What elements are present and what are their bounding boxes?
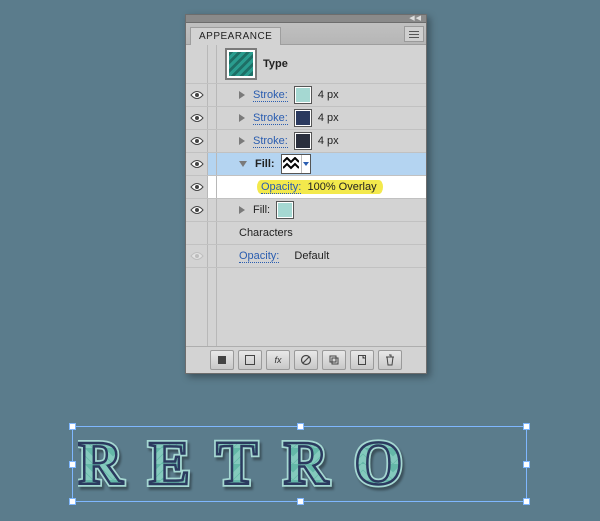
visibility-icon[interactable] xyxy=(186,199,208,221)
fill-opacity-row[interactable]: Opacity: 100% Overlay xyxy=(186,176,426,199)
handle-bottom-left[interactable] xyxy=(69,498,76,505)
disclosure-icon[interactable] xyxy=(239,137,245,145)
visibility-icon[interactable] xyxy=(186,153,208,175)
handle-middle-right[interactable] xyxy=(523,461,530,468)
panel-menu-button[interactable] xyxy=(404,26,424,42)
characters-row[interactable]: Characters xyxy=(186,222,426,245)
disclosure-icon[interactable] xyxy=(239,114,245,122)
stroke-weight-1: 4 px xyxy=(318,89,339,101)
stroke-label[interactable]: Stroke: xyxy=(253,89,288,102)
new-item-button[interactable] xyxy=(350,350,374,370)
visibility-icon[interactable] xyxy=(186,176,208,198)
stroke-row-2[interactable]: Stroke: 4 px xyxy=(186,107,426,130)
fill-row-2[interactable]: Fill: xyxy=(186,199,426,222)
opacity-row[interactable]: Opacity: Default xyxy=(186,245,426,268)
add-new-fill-button[interactable] xyxy=(210,350,234,370)
clear-appearance-button[interactable] xyxy=(294,350,318,370)
collapse-icon[interactable]: ◀◀ xyxy=(409,16,422,22)
opacity-label[interactable]: Opacity: xyxy=(261,181,301,194)
panel-tab-bar: APPEARANCE xyxy=(186,23,426,45)
visibility-icon[interactable] xyxy=(186,84,208,106)
opacity-label-bottom[interactable]: Opacity: xyxy=(239,250,279,263)
stroke-label[interactable]: Stroke: xyxy=(253,135,288,148)
fill-row-1[interactable]: Fill: xyxy=(186,153,426,176)
visibility-icon[interactable] xyxy=(186,245,208,267)
swatch-stroke-2[interactable] xyxy=(294,109,312,127)
disclosure-down-icon[interactable] xyxy=(239,161,247,167)
selection-kind-label: Type xyxy=(263,58,288,70)
selection-thumbnail[interactable] xyxy=(225,48,257,80)
characters-label: Characters xyxy=(239,227,293,239)
opacity-highlight: Opacity: 100% Overlay xyxy=(257,180,383,194)
disclosure-icon[interactable] xyxy=(239,91,245,99)
stroke-label[interactable]: Stroke: xyxy=(253,112,288,125)
opacity-value-bottom: Default xyxy=(294,250,329,262)
selection-row: Type xyxy=(186,45,426,84)
swatch-fill-2[interactable] xyxy=(276,201,294,219)
visibility-icon[interactable] xyxy=(186,107,208,129)
empty-area-row xyxy=(186,268,426,346)
stroke-row-1[interactable]: Stroke: 4 px xyxy=(186,84,426,107)
panel-footer xyxy=(186,346,426,373)
stroke-weight-3: 4 px xyxy=(318,135,339,147)
stroke-weight-2: 4 px xyxy=(318,112,339,124)
handle-top-middle[interactable] xyxy=(297,423,304,430)
duplicate-button[interactable] xyxy=(322,350,346,370)
fill-label: Fill: xyxy=(255,158,275,170)
handle-top-right[interactable] xyxy=(523,423,530,430)
swatch-stroke-1[interactable] xyxy=(294,86,312,104)
panel-drag-bar[interactable]: ◀◀ xyxy=(186,15,426,23)
stroke-row-3[interactable]: Stroke: 4 px xyxy=(186,130,426,153)
opacity-value: 100% Overlay xyxy=(307,181,376,193)
handle-bottom-middle[interactable] xyxy=(297,498,304,505)
add-new-stroke-button[interactable] xyxy=(238,350,262,370)
fill-label-2: Fill: xyxy=(253,204,270,216)
panel-body: Type Stroke: 4 px Stroke: xyxy=(186,45,426,346)
handle-top-left[interactable] xyxy=(69,423,76,430)
tab-appearance[interactable]: APPEARANCE xyxy=(190,27,281,45)
appearance-panel: ◀◀ APPEARANCE Type Stroke: xyxy=(185,14,427,374)
artboard-selection[interactable]: RETRO RETRO xyxy=(72,426,527,502)
disclosure-icon[interactable] xyxy=(239,206,245,214)
selection-bounding-box xyxy=(72,426,527,502)
delete-button[interactable] xyxy=(378,350,402,370)
handle-bottom-right[interactable] xyxy=(523,498,530,505)
add-effect-button[interactable] xyxy=(266,350,290,370)
swatch-stroke-3[interactable] xyxy=(294,132,312,150)
fill-swatch-dropdown[interactable] xyxy=(281,154,311,174)
handle-middle-left[interactable] xyxy=(69,461,76,468)
visibility-icon[interactable] xyxy=(186,130,208,152)
